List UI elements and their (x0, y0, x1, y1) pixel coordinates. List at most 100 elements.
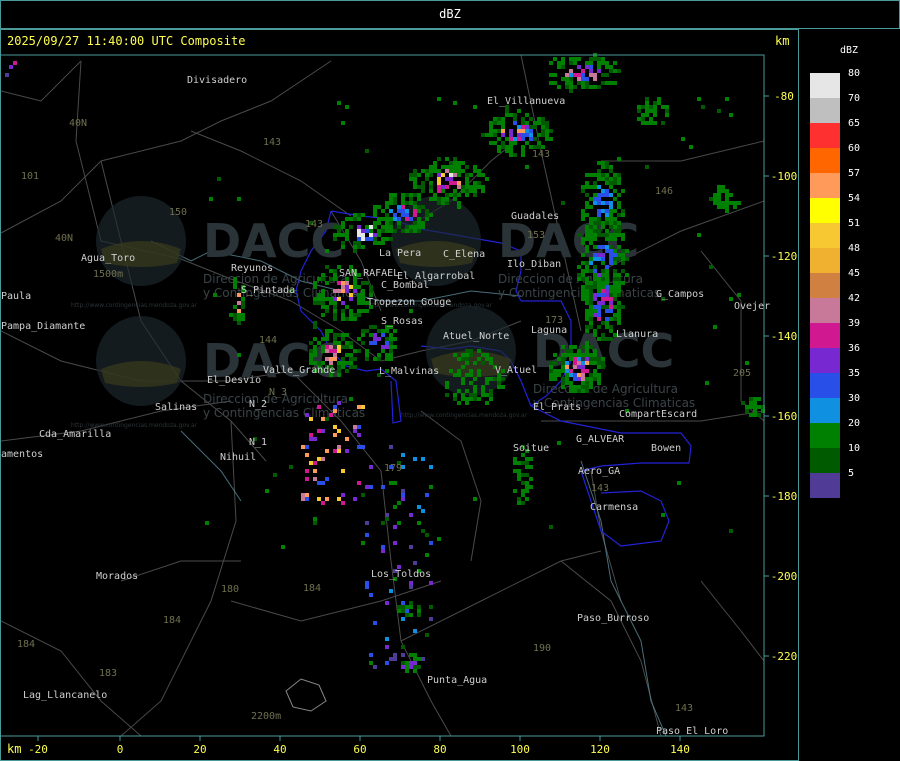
echo-cell (589, 225, 593, 229)
road-number: 143 (591, 483, 609, 494)
echo-cell (317, 481, 321, 485)
echo-cell (369, 229, 373, 233)
echo-cell (497, 149, 501, 153)
echo-cell (329, 329, 333, 333)
echo-cell (577, 373, 581, 377)
echo-cell (437, 189, 441, 193)
echo-cell (385, 337, 389, 341)
echo-cell (417, 657, 421, 661)
echo-cell (425, 553, 429, 557)
echo-cell (469, 349, 473, 353)
echo-cell (465, 401, 469, 405)
place-label: Ilo_Diban (507, 259, 561, 270)
echo-cell (509, 129, 513, 133)
echo-cell (465, 173, 469, 177)
place-label: Escard (661, 409, 697, 420)
echo-cell (409, 201, 413, 205)
echo-cell (501, 117, 505, 121)
echo-cell (649, 109, 653, 113)
echo-cell (497, 129, 501, 133)
echo-cell (349, 285, 353, 289)
echo-cell (741, 401, 745, 405)
echo-cell (449, 165, 453, 169)
echo-cell (581, 297, 585, 301)
echo-cell (385, 237, 389, 241)
echo-cell (533, 125, 537, 129)
echo-cell (397, 609, 401, 613)
echo-cell (381, 349, 385, 353)
echo-cell (585, 225, 589, 229)
echo-cell (613, 285, 617, 289)
echo-cell (361, 233, 365, 237)
echo-cell (621, 249, 625, 253)
echo-cell (453, 397, 457, 401)
echo-cell (333, 449, 337, 453)
echo-cell (725, 97, 729, 101)
echo-cell (481, 173, 485, 177)
echo-cell (333, 269, 337, 273)
place-label: Compart (619, 409, 661, 420)
echo-cell (521, 125, 525, 129)
echo-cell (373, 665, 377, 669)
echo-cell (469, 173, 473, 177)
echo-cell (405, 217, 409, 221)
echo-cell (589, 73, 593, 77)
echo-cell (353, 425, 357, 429)
echo-cell (581, 285, 585, 289)
echo-cell (401, 665, 405, 669)
echo-cell (357, 313, 361, 317)
echo-cell (589, 69, 593, 73)
echo-cell (585, 205, 589, 209)
echo-cell (381, 485, 385, 489)
echo-cell (401, 197, 405, 201)
echo-cell (461, 357, 465, 361)
echo-cell (473, 377, 477, 381)
echo-cell (565, 81, 569, 85)
echo-cell (565, 377, 569, 381)
watermark-url: http://www.contingencias.mendoza.gov.ar (71, 422, 198, 429)
y-tick-label: -80 (774, 90, 794, 103)
echo-cell (397, 205, 401, 209)
x-tick-label: 80 (433, 743, 446, 756)
echo-cell (413, 669, 417, 673)
echo-cell (337, 373, 341, 377)
place-label: Cda_Amarilla (39, 429, 111, 440)
echo-cell (369, 225, 373, 229)
radar-map[interactable]: DACC Direccion de Agricultura y Contingenc… (1, 30, 798, 760)
echo-cell (561, 369, 565, 373)
place-label: S_Pintada (241, 285, 295, 296)
echo-cell (617, 205, 621, 209)
echo-cell (573, 345, 577, 349)
x-tick-label: 60 (353, 743, 366, 756)
echo-cell (281, 545, 285, 549)
echo-cell (441, 165, 445, 169)
echo-cell (397, 501, 401, 505)
place-label: Llanura (616, 329, 658, 340)
echo-cell (597, 357, 601, 361)
echo-cell (601, 165, 605, 169)
echo-cell (437, 201, 441, 205)
echo-cell (329, 301, 333, 305)
road (700, 580, 765, 662)
echo-cell (385, 513, 389, 517)
echo-cell (237, 353, 241, 357)
echo-cell (373, 337, 377, 341)
echo-cell (393, 193, 397, 197)
echo-cell (593, 57, 597, 61)
echo-cell (381, 217, 385, 221)
echo-cell (585, 389, 589, 393)
echo-cell (569, 385, 573, 389)
echo-cell (349, 313, 353, 317)
echo-cell (717, 185, 721, 189)
radar-map-frame[interactable]: DACC Direccion de Agricultura y Contingenc… (0, 29, 799, 761)
echo-cell (357, 309, 361, 313)
echo-cell (525, 481, 529, 485)
echo-cell (589, 57, 593, 61)
legend-unit: dBZ (840, 45, 859, 56)
legend-swatch-30 (810, 398, 840, 423)
echo-cell (573, 377, 577, 381)
echo-cell (429, 465, 433, 469)
echo-cell (373, 209, 377, 213)
echo-cell (357, 237, 361, 241)
echo-cell (589, 361, 593, 365)
